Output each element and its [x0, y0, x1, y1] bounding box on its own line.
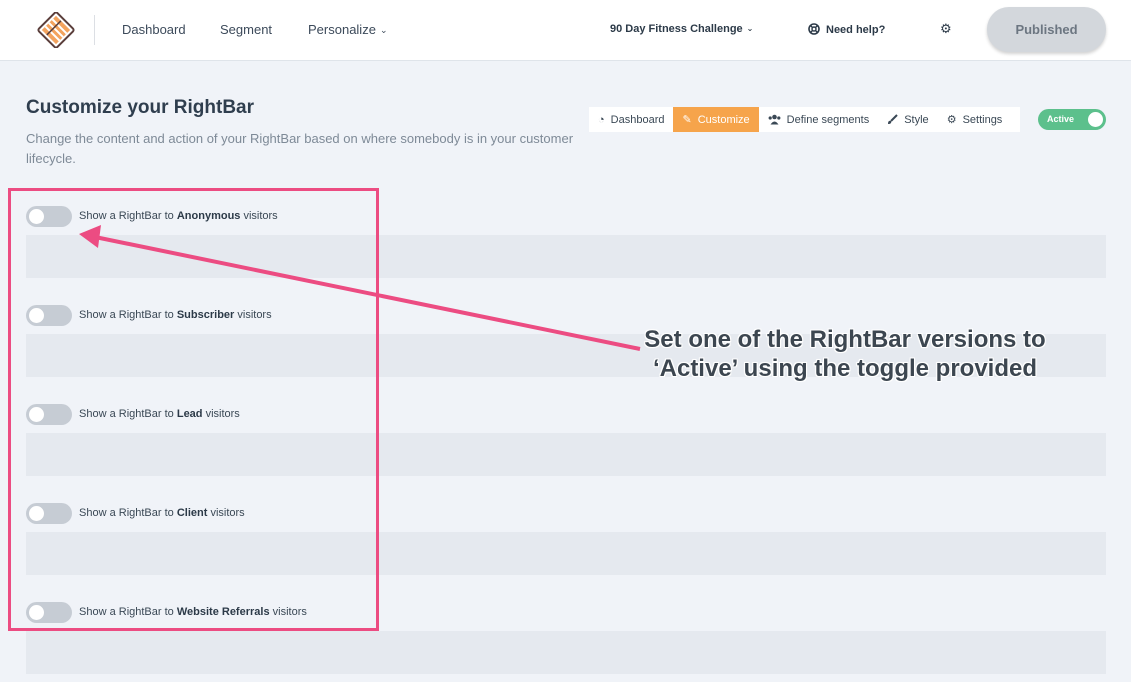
callout-line-1: Set one of the RightBar versions to: [644, 326, 1046, 353]
annotation-callout: Set one of the RightBar versions to ‘Act…: [600, 325, 1090, 383]
callout-line-2: ‘Active’ using the toggle provided: [652, 355, 1038, 382]
